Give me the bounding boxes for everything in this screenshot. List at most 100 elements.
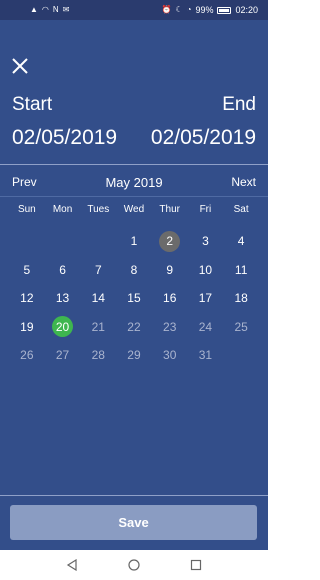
day-number: 18: [234, 291, 248, 306]
empty-day-cell: [9, 227, 45, 256]
status-right-icons: ⏰ ☾ ◔ 99% 02:20: [161, 5, 258, 15]
range-dates: 02/05/2019 02/05/2019: [12, 126, 256, 150]
day-cell[interactable]: 26: [9, 341, 45, 370]
weekday-label: Tues: [87, 204, 110, 215]
day-number: 13: [55, 291, 70, 306]
day-number: 27: [55, 348, 70, 363]
day-cell[interactable]: 17: [188, 284, 224, 313]
close-button[interactable]: [10, 56, 30, 76]
day-cell[interactable]: 15: [116, 284, 152, 313]
empty-day-cell: [45, 227, 81, 256]
divider-bottom: [0, 495, 268, 496]
weekday-label: Fri: [199, 204, 212, 215]
day-number: 23: [163, 319, 177, 334]
day-cell[interactable]: 14: [80, 284, 116, 313]
day-cell[interactable]: 10: [188, 256, 224, 285]
end-label: End: [222, 94, 256, 115]
day-cell[interactable]: 11: [223, 256, 259, 285]
day-number: 31: [198, 348, 213, 363]
home-button[interactable]: [126, 557, 142, 573]
day-number: 25: [234, 319, 248, 334]
day-number: 12: [20, 291, 34, 306]
range-labels: Start End: [12, 94, 256, 116]
save-label: Save: [118, 515, 149, 530]
moon-icon: ☾: [175, 5, 183, 14]
save-button[interactable]: Save: [10, 505, 257, 540]
day-number: 28: [91, 348, 105, 363]
home-icon: [128, 559, 140, 571]
weekday-header: Sun Mon Tues Wed Thur Fri Sat: [9, 204, 259, 215]
date-range-picker: Start End 02/05/2019 02/05/2019 Prev May…: [0, 20, 268, 550]
weekday-label: Sun: [17, 204, 36, 215]
divider-top: [0, 164, 268, 165]
day-number: 16: [163, 291, 177, 306]
speed-icon: ◔: [186, 5, 192, 14]
end-date[interactable]: 02/05/2019: [151, 126, 256, 150]
day-number: 10: [198, 262, 213, 277]
day-cell[interactable]: 27: [45, 341, 81, 370]
status-bar: ▲ ◠ N ✉ ⏰ ☾ ◔ 99% 02:20: [0, 0, 268, 20]
nfc-icon: N: [52, 5, 59, 14]
day-number: 30: [163, 348, 177, 363]
day-cell[interactable]: 7: [80, 256, 116, 285]
start-label: Start: [12, 94, 53, 115]
day-number: 5: [23, 262, 31, 277]
day-cell[interactable]: 31: [188, 341, 224, 370]
day-cell[interactable]: 21: [80, 313, 116, 342]
prev-month-button[interactable]: Prev: [12, 175, 37, 189]
weekday-label: Sat: [233, 204, 249, 215]
day-cell[interactable]: 22: [116, 313, 152, 342]
month-label: May 2019: [105, 174, 163, 190]
day-number: 3: [202, 234, 209, 249]
day-cell[interactable]: 12: [9, 284, 45, 313]
day-number: 1: [130, 234, 138, 249]
close-icon: [12, 58, 28, 74]
weekday-label: Thur: [159, 204, 180, 215]
divider-weekdays: [0, 196, 268, 197]
day-cell[interactable]: 3: [188, 227, 224, 256]
day-cell[interactable]: 4: [223, 227, 259, 256]
recents-button[interactable]: [188, 557, 204, 573]
day-cell[interactable]: 19: [9, 313, 45, 342]
day-cell[interactable]: 29: [116, 341, 152, 370]
day-cell[interactable]: 1: [116, 227, 152, 256]
day-number: 19: [20, 319, 34, 334]
day-cell[interactable]: 6: [45, 256, 81, 285]
day-cell[interactable]: 28: [80, 341, 116, 370]
back-button[interactable]: [64, 557, 80, 573]
day-number: 20: [52, 316, 74, 338]
day-number: 22: [127, 319, 141, 334]
day-cell[interactable]: 23: [152, 313, 188, 342]
day-cell[interactable]: 25: [223, 313, 259, 342]
day-number: 9: [166, 262, 174, 277]
back-icon: [66, 559, 77, 571]
day-cell[interactable]: 16: [152, 284, 188, 313]
day-number: 11: [234, 262, 248, 277]
day-number: 21: [91, 319, 105, 334]
day-cell[interactable]: 24: [188, 313, 224, 342]
weekday-label: Mon: [52, 204, 73, 215]
next-month-button[interactable]: Next: [231, 175, 256, 189]
mail-icon: ✉: [62, 5, 70, 14]
day-cell[interactable]: 13: [45, 284, 81, 313]
day-cell[interactable]: 5: [9, 256, 45, 285]
signal-icon: ▲: [30, 5, 38, 14]
start-date[interactable]: 02/05/2019: [12, 126, 117, 150]
calendar-grid: 1 2 3 4 5 6 7 8 9 10 11 12 13 14 15 16 17 18 19 20 21 22 23 24 2…: [9, 227, 259, 370]
recents-icon: [190, 559, 202, 571]
weekday-label: Wed: [123, 204, 145, 215]
day-number: 6: [59, 262, 66, 277]
day-number: 7: [94, 262, 102, 277]
day-number: 8: [130, 262, 138, 277]
calendar-header: Prev May 2019 Next: [0, 172, 268, 192]
day-cell[interactable]: 9: [152, 256, 188, 285]
day-number: 2: [159, 230, 181, 252]
day-cell-today[interactable]: 20: [45, 313, 81, 342]
day-cell-selected[interactable]: 2: [152, 227, 188, 256]
day-cell[interactable]: 30: [152, 341, 188, 370]
day-cell[interactable]: 8: [116, 256, 152, 285]
day-number: 26: [20, 348, 34, 363]
day-cell[interactable]: 18: [223, 284, 259, 313]
empty-day-cell: [80, 227, 116, 256]
battery-icon: [217, 6, 232, 14]
